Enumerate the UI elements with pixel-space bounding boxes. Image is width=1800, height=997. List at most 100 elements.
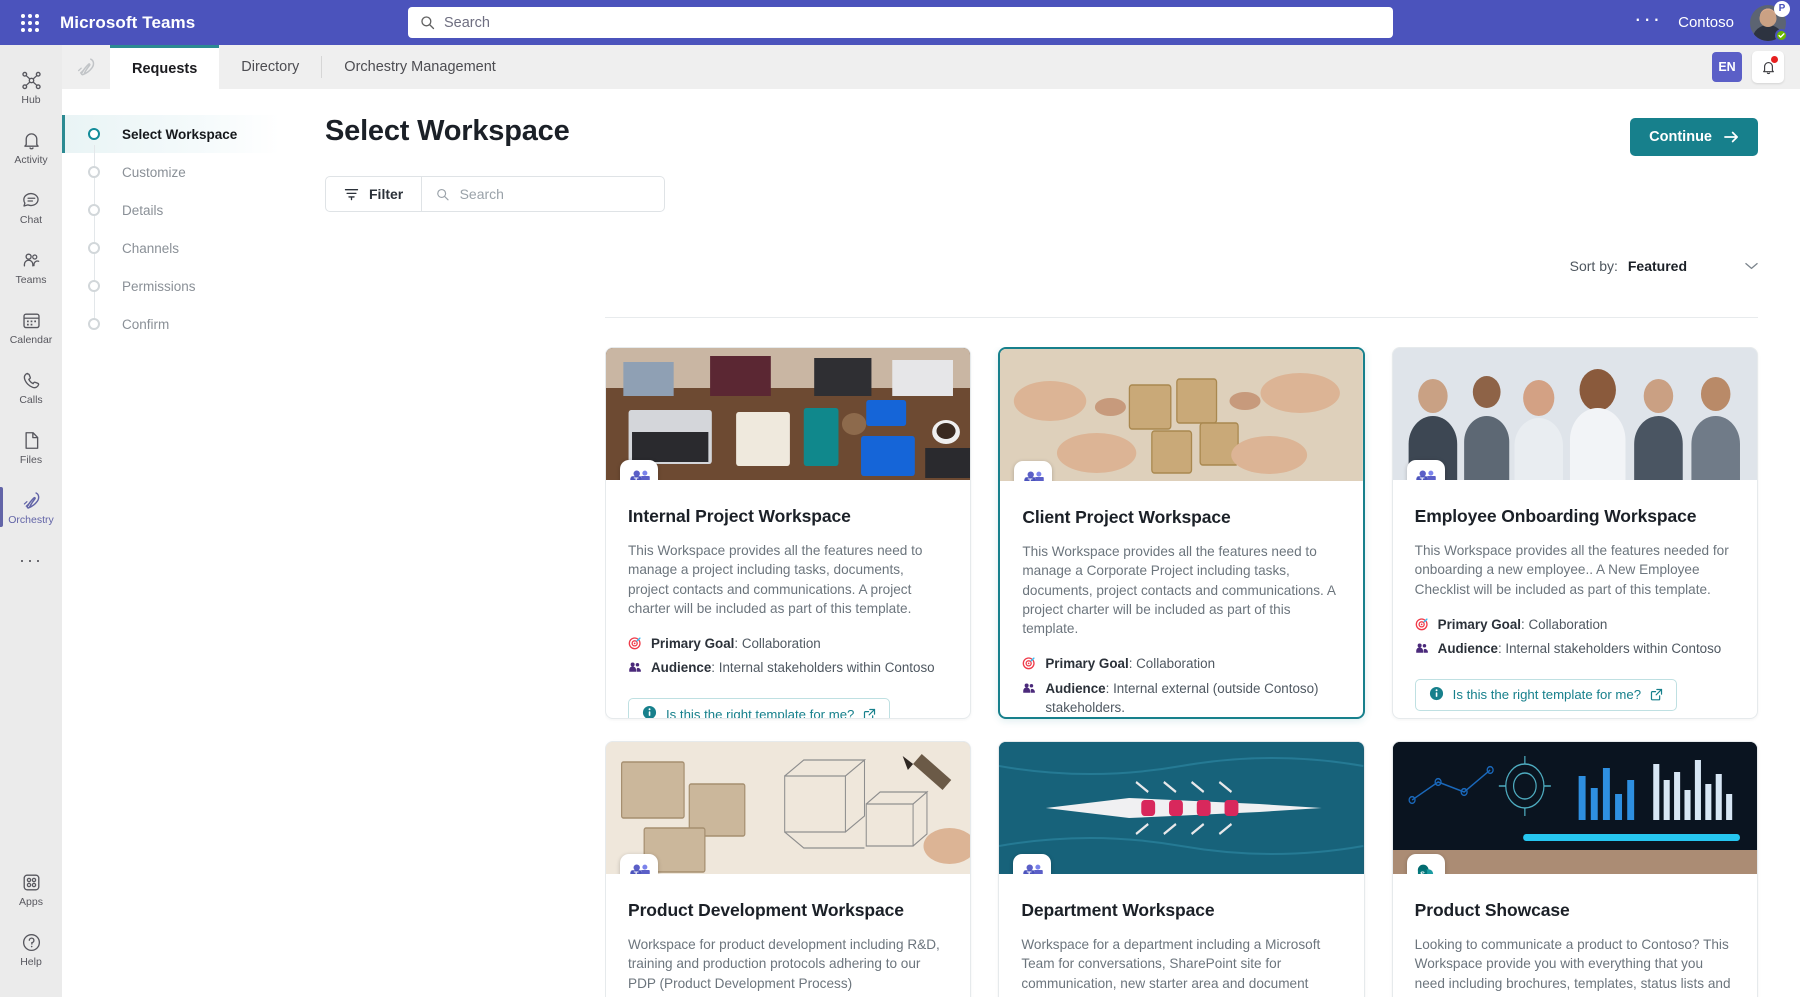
avatar[interactable]: P	[1750, 5, 1786, 41]
card-audience-row: Audience: Internal stakeholders within C…	[628, 658, 948, 679]
sidebar-item-apps[interactable]: Apps	[0, 859, 62, 919]
people-icon	[1415, 641, 1429, 655]
card-thumbnail-art	[1000, 349, 1362, 481]
section-divider	[605, 317, 1758, 318]
sidebar-item-files[interactable]: Files	[0, 417, 62, 477]
search-icon	[420, 15, 435, 30]
workspace-card[interactable]: T Client Project Workspace This Workspac…	[998, 347, 1364, 719]
workspace-search[interactable]	[422, 176, 665, 212]
svg-text:T: T	[1028, 477, 1033, 481]
primary-goal-label: Primary Goal	[651, 636, 734, 651]
people-icon	[628, 660, 642, 674]
info-icon	[642, 705, 657, 719]
sidebar-item-label: Orchestry	[8, 515, 54, 526]
card-thumbnail: T	[1393, 348, 1757, 480]
target-icon	[1415, 617, 1429, 631]
notifications-button[interactable]	[1752, 51, 1784, 83]
wizard-steps: Select Workspace Customize Details Chann…	[62, 89, 280, 997]
main-panel: Select Workspace Continue Filter Sort by…	[280, 89, 1800, 997]
chat-icon	[20, 189, 43, 212]
filter-button[interactable]: Filter	[325, 176, 422, 212]
card-body: Department Workspace Workspace for a dep…	[999, 874, 1363, 997]
global-search-input[interactable]: Search	[408, 7, 1393, 38]
sidebar-item-label: Files	[20, 455, 42, 466]
primary-goal-label: Primary Goal	[1045, 656, 1128, 671]
step-dot-icon	[88, 242, 100, 254]
sidebar-item-hub[interactable]: Hub	[0, 57, 62, 117]
sort-control[interactable]: Sort by: Featured	[1570, 257, 1758, 275]
tab-orchestry-management[interactable]: Orchestry Management	[322, 45, 518, 89]
sidebar-item-help[interactable]: Help	[0, 919, 62, 979]
arrow-right-icon	[1724, 130, 1739, 144]
card-thumbnail: T	[606, 742, 970, 874]
sidebar-item-orchestry[interactable]: Orchestry	[0, 477, 62, 537]
step-dot-icon	[88, 318, 100, 330]
more-horizontal-icon[interactable]: ···	[1634, 8, 1662, 38]
card-audience-row: Audience: Internal external (outside Con…	[1022, 679, 1340, 717]
target-icon	[1022, 656, 1036, 670]
phone-icon	[20, 369, 43, 392]
microsoft-teams-icon: T	[628, 862, 651, 875]
sidebar-item-calendar[interactable]: Calendar	[0, 297, 62, 357]
card-thumbnail-art	[1393, 742, 1757, 874]
card-title: Product Showcase	[1415, 900, 1735, 921]
workspace-card[interactable]: T Internal Project Workspace This Worksp…	[605, 347, 971, 719]
primary-goal-value: Collaboration	[742, 636, 821, 651]
card-body: Internal Project Workspace This Workspac…	[606, 480, 970, 719]
svg-text:T: T	[1027, 870, 1032, 874]
tab-directory[interactable]: Directory	[219, 45, 321, 89]
sidebar-item-chat[interactable]: Chat	[0, 177, 62, 237]
right-template-link[interactable]: Is this the right template for me?	[628, 698, 890, 719]
workspace-card[interactable]: T Department Workspace Workspace for a d…	[998, 741, 1364, 997]
workspace-card[interactable]: T Employee Onboarding Workspace This Wor…	[1392, 347, 1758, 719]
info-icon	[1429, 686, 1444, 701]
language-badge[interactable]: EN	[1712, 52, 1742, 82]
sidebar-item-activity[interactable]: Activity	[0, 117, 62, 177]
sidebar-item-label: Calls	[19, 395, 42, 406]
step-dot-icon	[88, 280, 100, 292]
orchestry-icon	[20, 489, 43, 512]
svg-text:T: T	[1420, 476, 1425, 480]
sidebar-item-label: Teams	[16, 275, 47, 286]
continue-button[interactable]: Continue	[1630, 118, 1758, 156]
microsoft-teams-icon: T	[1022, 469, 1045, 482]
microsoft-teams-icon: T	[628, 468, 651, 481]
wizard-step-label: Permissions	[122, 279, 196, 294]
primary-goal-value: Collaboration	[1528, 617, 1607, 632]
right-template-link[interactable]: Is this the right template for me?	[1415, 679, 1677, 711]
search-input[interactable]	[460, 186, 651, 202]
sidebar-item-label: Calendar	[10, 335, 53, 346]
card-title: Internal Project Workspace	[628, 506, 948, 527]
global-search-placeholder: Search	[444, 15, 490, 31]
app-launcher-icon[interactable]	[0, 14, 60, 32]
search-icon	[436, 187, 449, 202]
card-body: Product Showcase Looking to communicate …	[1393, 874, 1757, 997]
audience-label: Audience	[651, 660, 711, 675]
card-audience-row: Audience: Internal stakeholders within C…	[1415, 639, 1735, 660]
svg-text:T: T	[633, 870, 638, 874]
card-thumbnail-art	[606, 742, 970, 874]
tab-strip: Requests Directory Orchestry Management …	[62, 45, 1800, 89]
sidebar-item-teams[interactable]: Teams	[0, 237, 62, 297]
card-app-chip: T	[620, 460, 658, 480]
step-dot-icon	[88, 166, 100, 178]
card-title: Department Workspace	[1021, 900, 1341, 921]
audience-value: Internal stakeholders within Contoso	[1505, 641, 1721, 656]
workspace-card[interactable]: T Product Development Workspace Workspac…	[605, 741, 971, 997]
list-controls: Filter	[325, 176, 1800, 212]
filter-button-label: Filter	[369, 186, 403, 202]
page-title: Select Workspace	[325, 115, 1800, 148]
card-body: Employee Onboarding Workspace This Works…	[1393, 480, 1757, 718]
tab-requests[interactable]: Requests	[110, 45, 219, 89]
sort-label: Sort by:	[1570, 258, 1618, 274]
card-primary-goal-row: Primary Goal: Collaboration	[628, 634, 948, 655]
card-thumbnail: T	[999, 742, 1363, 874]
filter-icon	[344, 187, 359, 201]
rail-more-icon[interactable]: ···	[0, 537, 62, 583]
sharepoint-icon: S	[1414, 862, 1437, 875]
card-thumbnail: S	[1393, 742, 1757, 874]
sidebar-item-calls[interactable]: Calls	[0, 357, 62, 417]
workspace-card[interactable]: S Product Showcase Looking to communicat…	[1392, 741, 1758, 997]
card-description: This Workspace provides all the features…	[1415, 541, 1735, 599]
file-icon	[20, 429, 43, 452]
